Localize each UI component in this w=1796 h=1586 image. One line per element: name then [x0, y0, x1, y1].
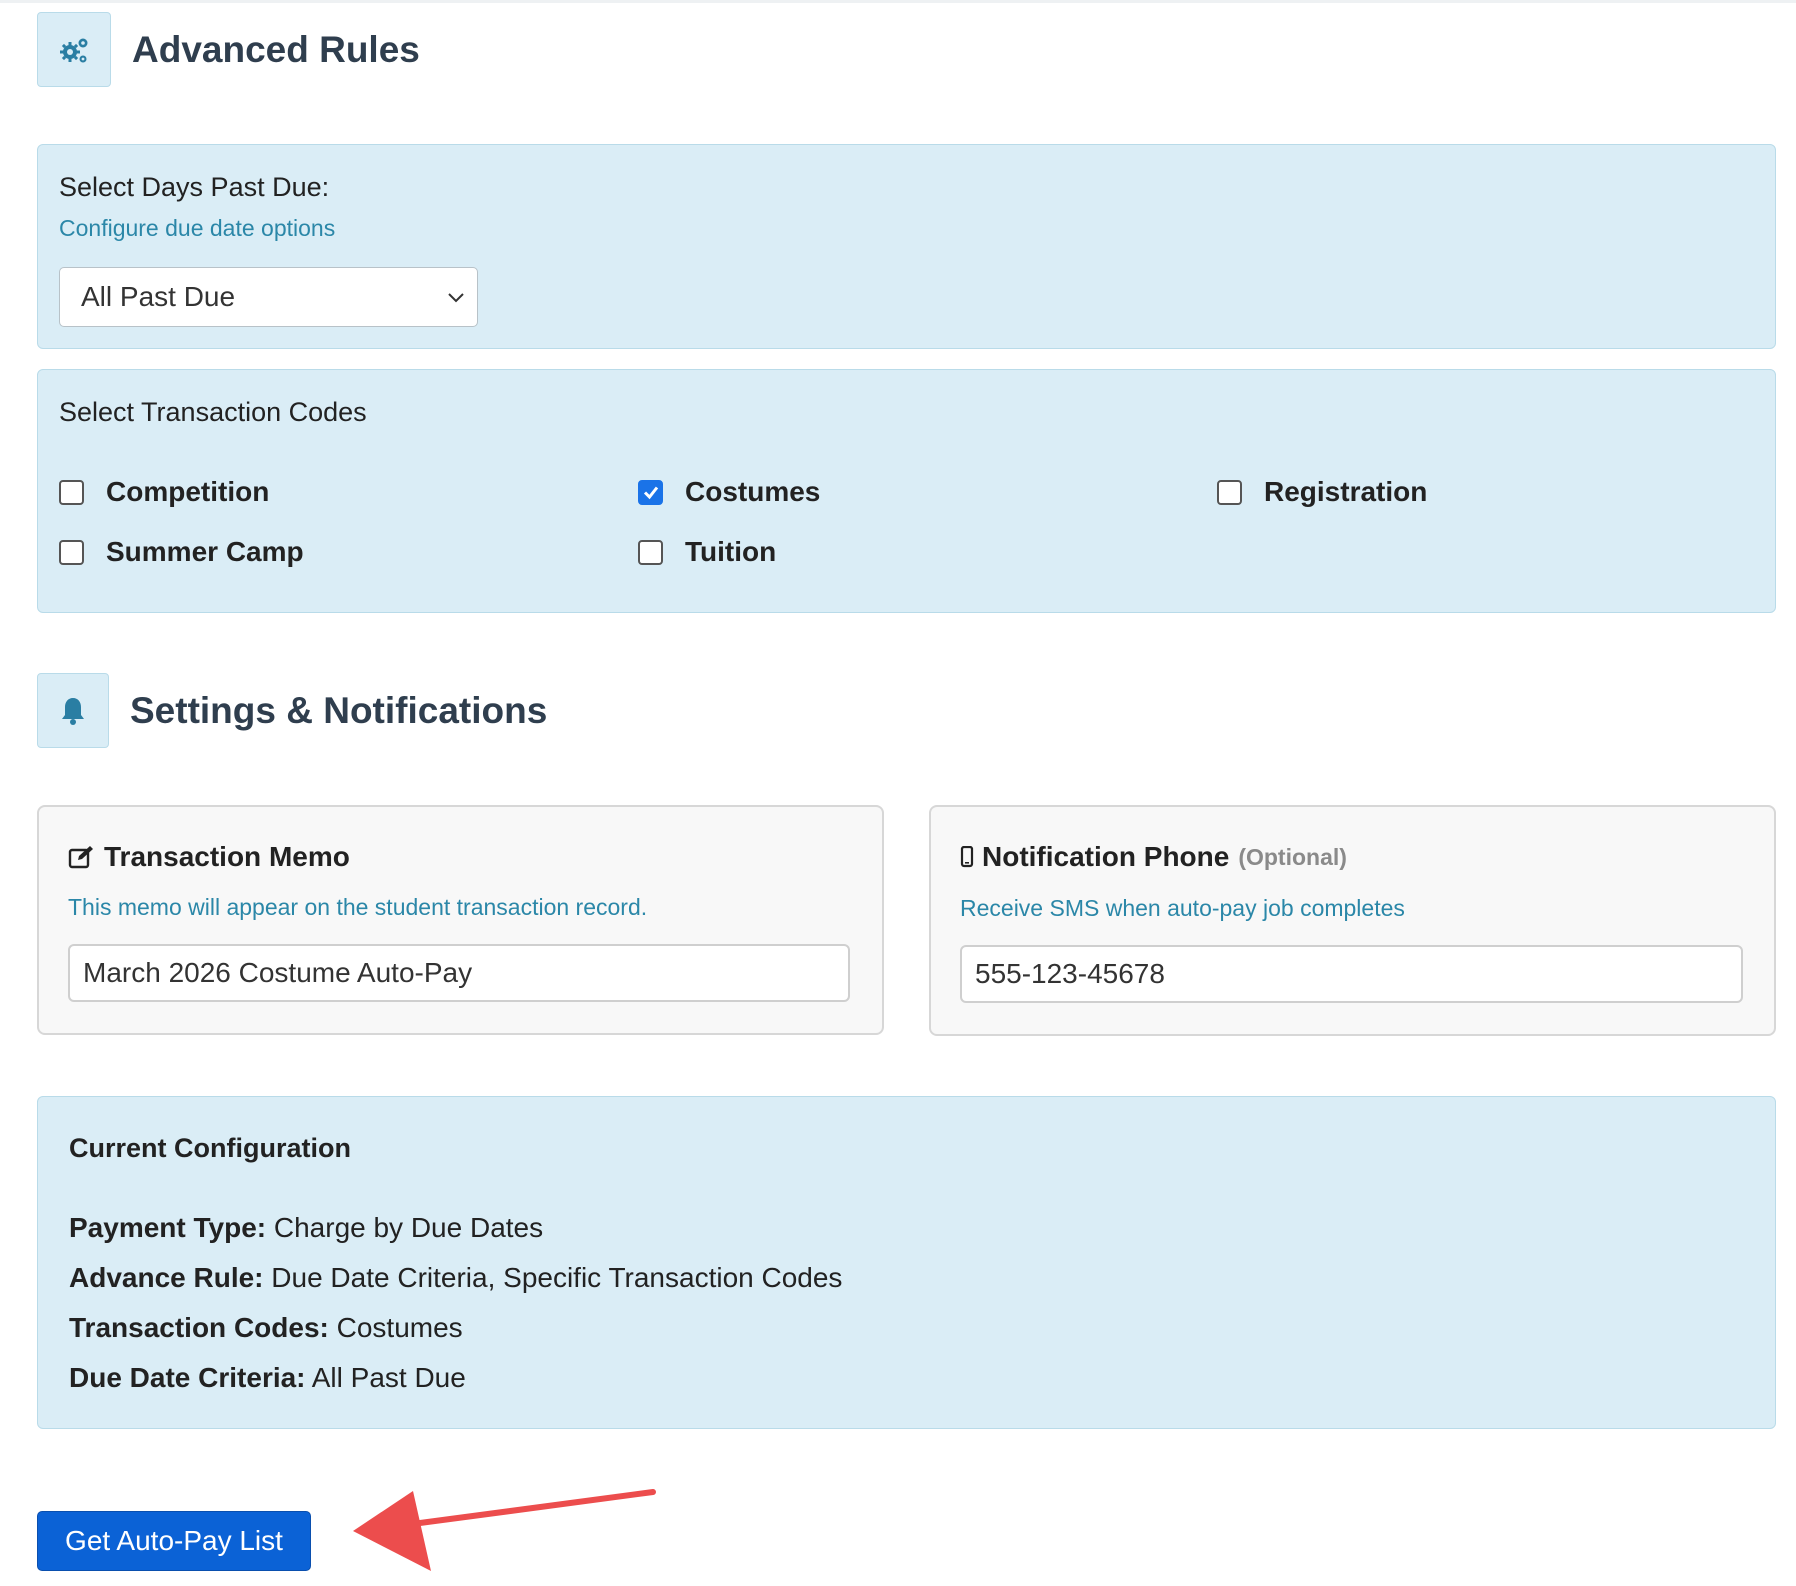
config-line-advance-rule: Advance Rule: Due Date Criteria, Specifi…: [69, 1262, 842, 1294]
edit-icon: [68, 846, 93, 869]
checkbox-label: Competition: [106, 476, 270, 507]
checkbox-competition[interactable]: Competition: [59, 476, 269, 508]
transaction-codes-panel: Select Transaction Codes Competition Cos…: [37, 369, 1776, 613]
checkbox-registration[interactable]: Registration: [1217, 476, 1427, 508]
checkbox-label: Tuition: [685, 536, 777, 567]
configure-due-date-link[interactable]: Configure due date options: [59, 215, 335, 242]
config-key: Due Date Criteria:: [69, 1362, 306, 1393]
current-configuration-title: Current Configuration: [69, 1133, 351, 1163]
transaction-memo-heading: Transaction Memo: [68, 841, 350, 873]
gears-icon: [60, 38, 88, 62]
transaction-memo-title: Transaction Memo: [104, 841, 350, 872]
config-value: Charge by Due Dates: [273, 1212, 544, 1243]
config-value: All Past Due: [311, 1362, 466, 1393]
advanced-rules-title: Advanced Rules: [132, 28, 420, 70]
days-past-due-panel: Select Days Past Due: Configure due date…: [37, 144, 1776, 349]
checkbox-box[interactable]: [59, 479, 84, 505]
annotation-arrow-icon: [353, 1489, 656, 1571]
config-line-transaction-codes: Transaction Codes: Costumes: [69, 1312, 463, 1344]
days-past-due-select[interactable]: All Past Due: [59, 267, 478, 327]
checkmark-icon: [643, 486, 658, 500]
checkbox-summer-camp[interactable]: Summer Camp: [59, 536, 304, 568]
checkbox-label: Registration: [1264, 476, 1428, 507]
bell-icon: [62, 697, 84, 725]
checkbox-box[interactable]: [638, 539, 663, 565]
config-key: Payment Type:: [69, 1212, 267, 1243]
notification-phone-input[interactable]: [960, 945, 1743, 1003]
settings-header: Settings & Notifications: [37, 673, 547, 748]
transaction-memo-help: This memo will appear on the student tra…: [68, 894, 648, 920]
chevron-down-icon: [448, 293, 464, 303]
config-key: Transaction Codes:: [69, 1312, 329, 1343]
notification-phone-title: Notification Phone: [982, 841, 1230, 872]
notification-phone-help: Receive SMS when auto-pay job completes: [960, 895, 1405, 921]
advanced-rules-icon-box: [37, 12, 111, 87]
optional-label: (Optional): [1238, 843, 1347, 870]
config-value: Due Date Criteria, Specific Transaction …: [271, 1262, 843, 1293]
config-key: Advance Rule:: [69, 1262, 264, 1293]
mobile-phone-icon: [960, 846, 974, 868]
checkbox-box-checked[interactable]: [638, 479, 663, 505]
config-value: Costumes: [336, 1312, 463, 1343]
get-auto-pay-list-button[interactable]: Get Auto-Pay List: [37, 1511, 311, 1571]
notification-phone-heading: Notification Phone (Optional): [960, 841, 1347, 873]
checkbox-label: Costumes: [685, 476, 821, 507]
checkbox-label: Summer Camp: [106, 536, 304, 567]
settings-title: Settings & Notifications: [130, 689, 548, 731]
top-divider: [0, 0, 1796, 3]
notification-phone-card: Notification Phone (Optional) Receive SM…: [929, 805, 1776, 1036]
checkbox-costumes[interactable]: Costumes: [638, 476, 820, 508]
days-past-due-label: Select Days Past Due:: [59, 172, 330, 202]
settings-icon-box: [37, 673, 109, 748]
checkbox-box[interactable]: [1217, 479, 1242, 505]
transaction-memo-card: Transaction Memo This memo will appear o…: [37, 805, 884, 1035]
transaction-codes-label: Select Transaction Codes: [59, 397, 367, 427]
current-configuration-panel: Current Configuration Payment Type: Char…: [37, 1096, 1776, 1429]
config-line-payment-type: Payment Type: Charge by Due Dates: [69, 1212, 543, 1244]
transaction-memo-input[interactable]: [68, 944, 850, 1002]
checkbox-box[interactable]: [59, 539, 84, 565]
days-past-due-selected-value: All Past Due: [81, 281, 236, 312]
checkbox-tuition[interactable]: Tuition: [638, 536, 776, 568]
advanced-rules-header: Advanced Rules: [37, 12, 420, 87]
config-line-due-date-criteria: Due Date Criteria: All Past Due: [69, 1362, 466, 1394]
